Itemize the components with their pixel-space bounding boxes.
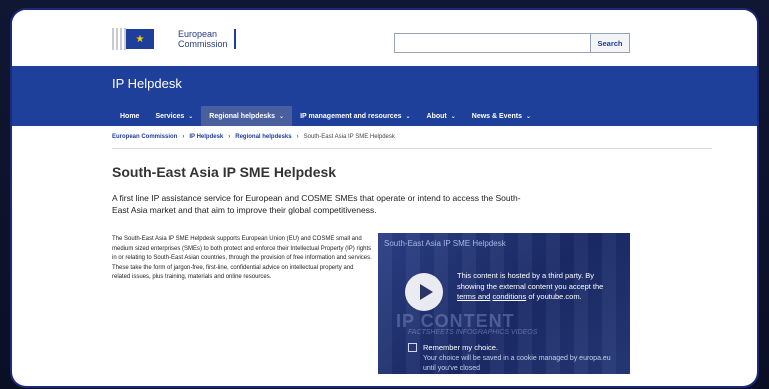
notice-text-end: of youtube.com. (526, 292, 582, 301)
conditions-link[interactable]: conditions (492, 292, 526, 301)
site-header: ★ European Commission Search (12, 10, 757, 66)
remember-label: Remember my choice. (423, 343, 499, 352)
nav-item-label: Services (155, 112, 185, 120)
search-bar: Search (394, 33, 630, 53)
play-button[interactable] (405, 273, 443, 311)
video-embed[interactable]: South-East Asia IP SME Helpdesk IP CONTE… (378, 233, 630, 374)
logo-line-1: European (178, 29, 218, 39)
breadcrumb-current: South-East Asia IP SME Helpdesk (303, 134, 395, 140)
nav-item-label: Regional helpdesks (209, 112, 276, 120)
chevron-down-icon: ⌄ (188, 113, 194, 120)
chevron-down-icon: ⌄ (405, 113, 411, 120)
page-body: The South-East Asia IP SME Helpdesk supp… (112, 236, 372, 280)
breadcrumb-link[interactable]: Regional helpdesks (235, 134, 291, 140)
chevron-right-icon: › (296, 134, 299, 140)
european-commission-logo[interactable]: ★ European Commission (112, 24, 236, 54)
search-input[interactable] (394, 33, 590, 53)
eu-flag-icon: ★ (112, 24, 164, 54)
nav-item-label: IP management and resources (300, 112, 402, 120)
terms-link[interactable]: terms and (457, 292, 490, 301)
nav-item-label: Home (120, 112, 140, 120)
nav-item-label: About (426, 112, 447, 120)
chevron-down-icon: ⌄ (525, 113, 531, 120)
site-title[interactable]: IP Helpdesk (112, 76, 182, 91)
breadcrumb-link[interactable]: European Commission (112, 134, 177, 140)
nav-item-news-events[interactable]: News & Events ⌄ (464, 106, 539, 126)
site-band: IP Helpdesk Home Services ⌄ Regional helpde… (12, 66, 757, 126)
page-lead: A first line IP assistance service for E… (112, 193, 521, 215)
nav-item-ip-management-and-resources[interactable]: IP management and resources ⌄ (292, 106, 418, 126)
nav-item-label: News & Events (471, 112, 522, 120)
page-title: South-East Asia IP SME Helpdesk (112, 164, 337, 180)
logo-divider (233, 29, 236, 49)
third-party-notice: This content is hosted by a third party.… (457, 271, 617, 303)
breadcrumb: European Commission › IP Helpdesk › Regional… (112, 134, 395, 140)
chevron-right-icon: › (228, 134, 231, 140)
chevron-down-icon: ⌄ (450, 113, 456, 120)
nav-item-services[interactable]: Services ⌄ (147, 106, 201, 126)
chevron-down-icon: ⌄ (279, 113, 285, 120)
cookie-note: Your choice will be saved in a cookie ma… (423, 355, 611, 372)
notice-text: This content is hosted by a third party.… (457, 271, 604, 291)
breadcrumb-divider (112, 148, 712, 149)
remember-choice[interactable]: Remember my choice. (408, 343, 498, 352)
nav-item-about[interactable]: About ⌄ (419, 106, 464, 126)
video-title: South-East Asia IP SME Helpdesk (384, 239, 506, 248)
main-nav: Home Services ⌄ Regional helpdesks ⌄ IP manag… (112, 106, 539, 126)
search-button[interactable]: Search (590, 33, 630, 53)
nav-item-regional-helpdesks[interactable]: Regional helpdesks ⌄ (201, 106, 293, 126)
nav-item-home[interactable]: Home (112, 106, 147, 126)
browser-screen: ★ European Commission Search IP Helpdesk… (12, 10, 757, 386)
video-background-subtitle: FACTSHEETS INFOGRAPHICS VIDEOS (408, 329, 538, 336)
logo-text: European Commission (178, 29, 228, 49)
logo-line-2: Commission (178, 39, 228, 49)
play-icon (419, 284, 433, 300)
breadcrumb-link[interactable]: IP Helpdesk (189, 134, 223, 140)
chevron-right-icon: › (182, 134, 185, 140)
remember-checkbox[interactable] (408, 343, 417, 352)
